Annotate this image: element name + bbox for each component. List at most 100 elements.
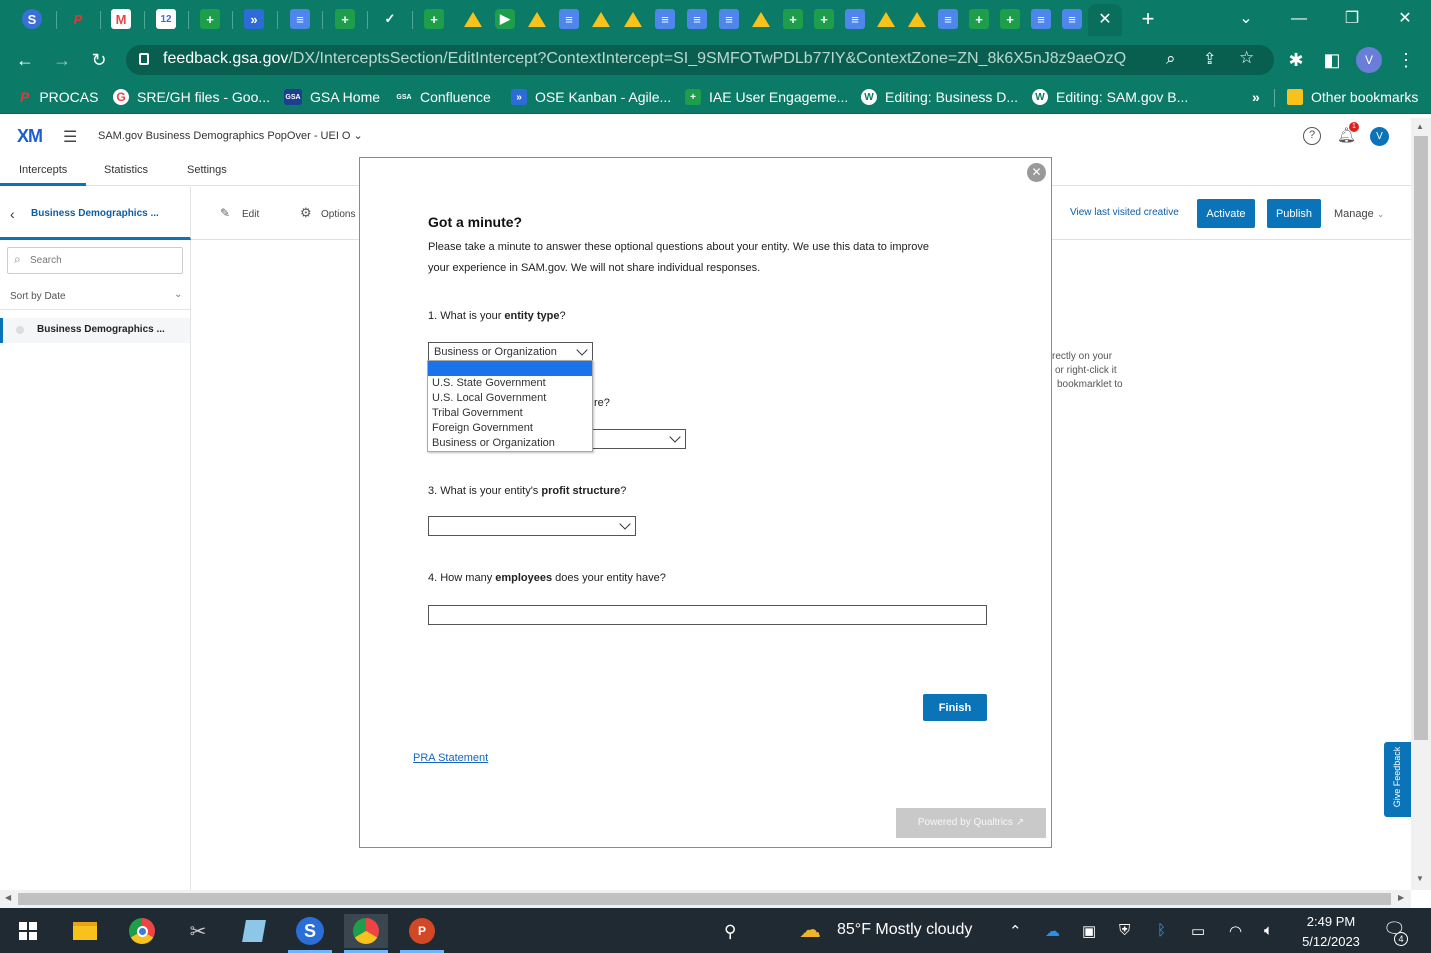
minimize-icon[interactable]: — bbox=[1284, 6, 1314, 32]
docs-icon[interactable]: ≡ bbox=[559, 9, 579, 29]
reload-icon[interactable]: ↻ bbox=[87, 48, 111, 72]
share-icon[interactable]: ⇪ bbox=[1203, 49, 1216, 69]
scroll-left-icon[interactable]: ◀ bbox=[5, 893, 11, 902]
bookmark-star-icon[interactable]: ☆ bbox=[1239, 48, 1254, 68]
pra-statement-link[interactable]: PRA Statement bbox=[413, 752, 488, 764]
sheets-icon[interactable]: + bbox=[200, 9, 220, 29]
restore-icon[interactable]: ❐ bbox=[1337, 6, 1367, 32]
address-bar[interactable]: feedback.gsa.gov/DX/InterceptsSection/Ed… bbox=[126, 45, 1274, 75]
windows-start-icon[interactable] bbox=[6, 914, 50, 948]
url-text[interactable]: feedback.gsa.gov/DX/InterceptsSection/Ed… bbox=[163, 50, 1126, 68]
vertical-scrollbar[interactable]: ▲ ▼ bbox=[1411, 118, 1431, 890]
weather-text[interactable]: 85°F Mostly cloudy bbox=[837, 921, 972, 939]
scroll-up-icon[interactable]: ▲ bbox=[1416, 122, 1424, 131]
option[interactable]: U.S. Local Government bbox=[432, 392, 546, 404]
snipping-tool-icon[interactable]: ✂ bbox=[176, 914, 220, 948]
sheets-icon[interactable]: + bbox=[814, 9, 834, 29]
profit-structure-select[interactable] bbox=[428, 516, 636, 536]
sheets-icon[interactable]: + bbox=[424, 9, 444, 29]
check-icon[interactable]: ✓ bbox=[380, 9, 400, 29]
meet-now-icon[interactable]: ▣ bbox=[1082, 922, 1096, 940]
manage-menu[interactable]: Manage ⌄ bbox=[1334, 208, 1384, 220]
bluetooth-icon[interactable]: ᛒ bbox=[1157, 922, 1166, 939]
docs-icon[interactable]: ≡ bbox=[655, 9, 675, 29]
bookmark-editing-sam[interactable]: W Editing: SAM.gov B... bbox=[1032, 88, 1188, 106]
gmail-icon[interactable]: M bbox=[111, 9, 131, 29]
docs-icon[interactable]: ≡ bbox=[938, 9, 958, 29]
sort-dropdown[interactable]: Sort by Date ⌄ bbox=[0, 284, 190, 310]
option[interactable]: Foreign Government bbox=[432, 422, 533, 434]
drive-icon[interactable] bbox=[623, 9, 643, 29]
help-icon[interactable]: ? bbox=[1303, 127, 1321, 145]
chevron-left-icon[interactable]: ‹ bbox=[10, 206, 15, 222]
activate-button[interactable]: Activate bbox=[1197, 199, 1255, 228]
file-explorer-icon[interactable] bbox=[63, 914, 107, 948]
docs-icon[interactable]: ≡ bbox=[687, 9, 707, 29]
scroll-down-icon[interactable]: ▼ bbox=[1416, 874, 1424, 883]
active-tab[interactable]: ✕ bbox=[1088, 4, 1122, 36]
option[interactable]: Tribal Government bbox=[432, 407, 523, 419]
forward-icon[interactable]: → bbox=[50, 48, 74, 72]
s-app-icon[interactable]: S bbox=[22, 9, 42, 29]
clock[interactable]: 2:49 PM 5/12/2023 bbox=[1296, 912, 1366, 952]
back-link[interactable]: Business Demographics ... bbox=[31, 208, 159, 219]
chrome-menu-icon[interactable]: ⋮ bbox=[1394, 48, 1418, 72]
other-bookmarks[interactable]: Other bookmarks bbox=[1287, 88, 1418, 106]
docs-icon[interactable]: ≡ bbox=[1062, 9, 1082, 29]
hamburger-menu-icon[interactable]: ☰ bbox=[63, 127, 77, 147]
s-app-icon[interactable]: S bbox=[288, 914, 332, 948]
drive-icon[interactable] bbox=[907, 9, 927, 29]
side-panel-icon[interactable]: ◧ bbox=[1320, 48, 1344, 72]
options-button[interactable]: Options bbox=[321, 209, 355, 220]
chrome-icon[interactable] bbox=[120, 914, 164, 948]
drive-icon[interactable] bbox=[876, 9, 896, 29]
tab-search-icon[interactable]: ⌄ bbox=[1231, 6, 1261, 32]
docs-icon[interactable]: ≡ bbox=[845, 9, 865, 29]
user-avatar[interactable]: V bbox=[1370, 127, 1389, 146]
docs-icon[interactable]: ≡ bbox=[290, 9, 310, 29]
tab-settings[interactable]: Settings bbox=[187, 164, 227, 176]
sheets-icon[interactable]: + bbox=[783, 9, 803, 29]
finish-button[interactable]: Finish bbox=[923, 694, 987, 721]
bookmark-editing-business[interactable]: W Editing: Business D... bbox=[861, 88, 1018, 106]
powerpoint-icon[interactable]: P bbox=[400, 914, 444, 948]
search-input[interactable]: ⌕ Search bbox=[7, 247, 183, 274]
bookmark-gsa-home[interactable]: GSA GSA Home bbox=[284, 88, 380, 106]
entity-type-select[interactable]: Business or Organization bbox=[428, 342, 593, 362]
drive-icon[interactable] bbox=[591, 9, 611, 29]
p-app-icon[interactable]: P bbox=[68, 9, 88, 29]
bookmark-confluence[interactable]: GSA Confluence bbox=[396, 88, 490, 106]
bookmark-iae[interactable]: + IAE User Engageme... bbox=[685, 88, 848, 106]
close-icon[interactable]: ✕ bbox=[1027, 163, 1046, 182]
edit-button[interactable]: Edit bbox=[242, 209, 259, 220]
tab-statistics[interactable]: Statistics bbox=[104, 164, 148, 176]
option[interactable]: U.S. State Government bbox=[432, 377, 546, 389]
scroll-thumb[interactable] bbox=[1414, 136, 1428, 740]
scroll-right-icon[interactable]: ▶ bbox=[1398, 893, 1404, 902]
sheets-icon[interactable]: + bbox=[1000, 9, 1020, 29]
notepad-icon[interactable] bbox=[232, 914, 276, 948]
drive-icon[interactable] bbox=[463, 9, 483, 29]
docs-icon[interactable]: ≡ bbox=[719, 9, 739, 29]
meet-icon[interactable]: ▶ bbox=[495, 9, 515, 29]
powered-by-qualtrics[interactable]: Powered by Qualtrics ↗ bbox=[896, 808, 1046, 838]
drive-icon[interactable] bbox=[751, 9, 771, 29]
extensions-icon[interactable]: ✱ bbox=[1284, 48, 1308, 72]
tab-intercepts[interactable]: Intercepts bbox=[19, 164, 67, 176]
jira-icon[interactable]: » bbox=[244, 9, 264, 29]
close-tab-icon[interactable]: ✕ bbox=[1088, 4, 1122, 36]
give-feedback-tab[interactable]: Give Feedback bbox=[1384, 742, 1411, 817]
option[interactable]: Business or Organization bbox=[432, 437, 555, 449]
zoom-search-icon[interactable]: ⌕ bbox=[1166, 49, 1176, 69]
profile-avatar[interactable]: V bbox=[1356, 47, 1382, 73]
docs-icon[interactable]: ≡ bbox=[1031, 9, 1051, 29]
security-shield-icon[interactable]: ⛨ bbox=[1119, 922, 1130, 939]
horizontal-scrollbar[interactable]: ◀ ▶ bbox=[0, 890, 1411, 908]
new-tab-icon[interactable]: + bbox=[1133, 6, 1163, 32]
publish-button[interactable]: Publish bbox=[1267, 199, 1321, 228]
bookmark-ose-kanban[interactable]: » OSE Kanban - Agile... bbox=[511, 88, 671, 106]
close-window-icon[interactable]: ✕ bbox=[1390, 6, 1420, 32]
scroll-thumb[interactable] bbox=[18, 893, 1391, 905]
bookmark-procas[interactable]: P PROCAS bbox=[20, 88, 98, 106]
chevron-up-icon[interactable]: ⌃ bbox=[1009, 922, 1022, 940]
